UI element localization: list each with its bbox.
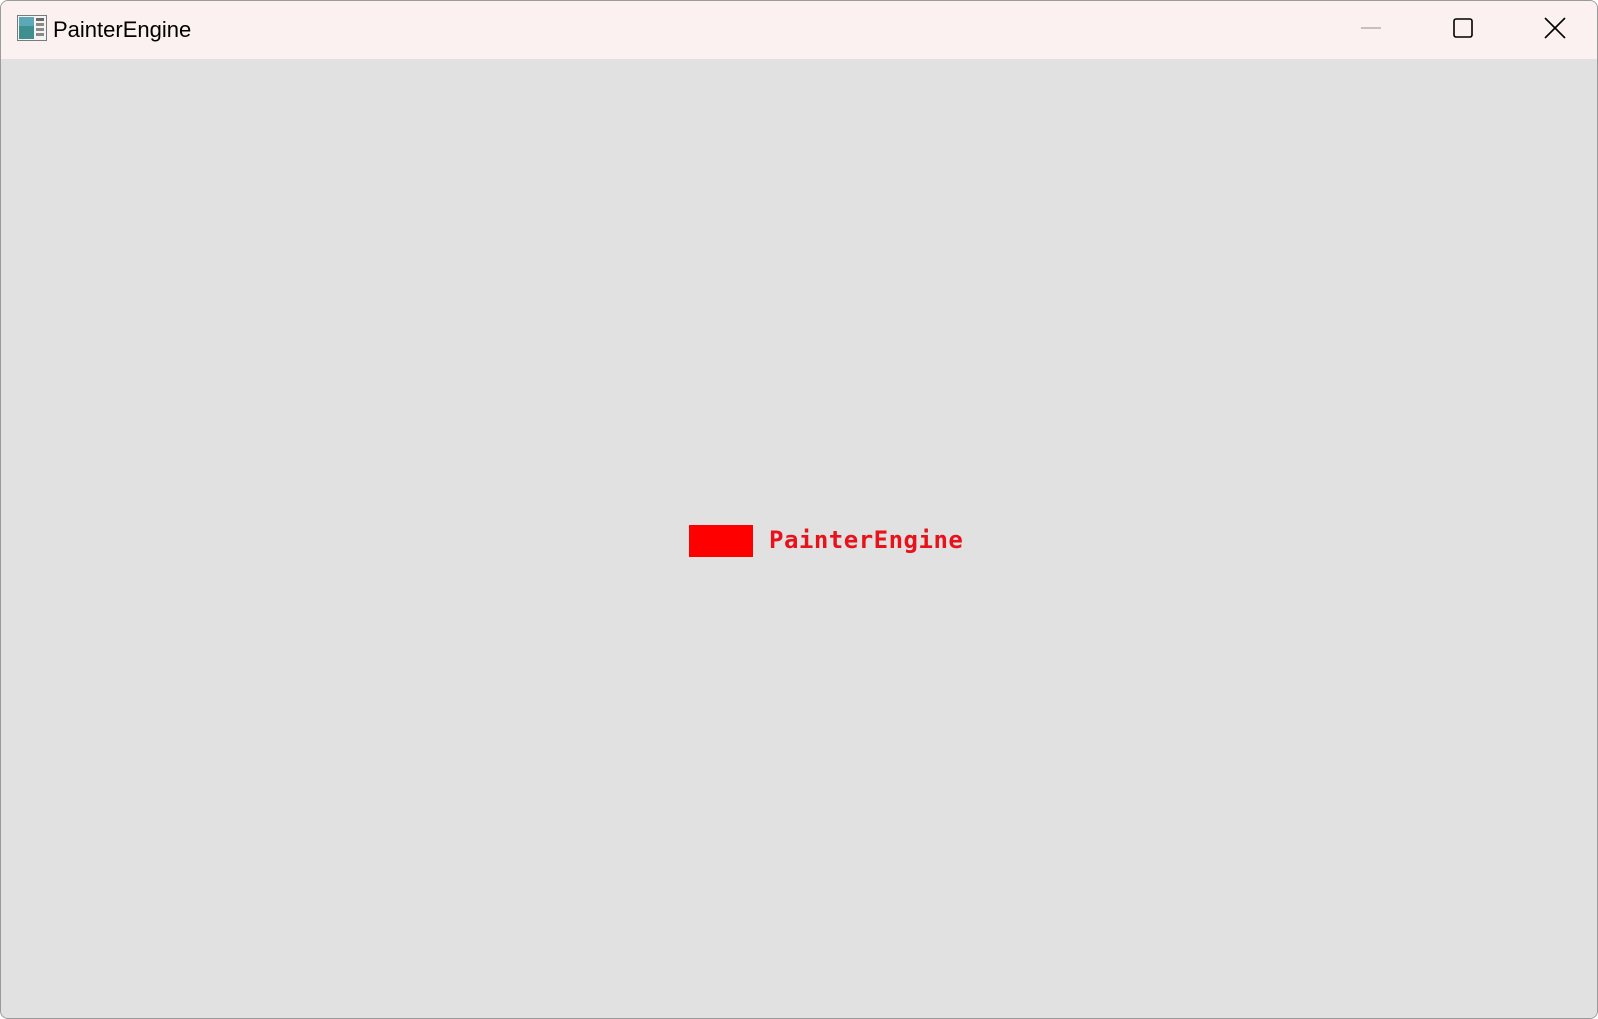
maximize-icon	[1453, 18, 1473, 38]
title-bar[interactable]: PainterEngine	[1, 1, 1597, 59]
close-icon	[1544, 17, 1566, 39]
red-rectangle	[689, 525, 753, 557]
window-title: PainterEngine	[53, 17, 192, 42]
minimize-icon	[1361, 27, 1381, 29]
app-window: PainterEngine PainterEngine	[0, 0, 1598, 1019]
minimize-button[interactable]	[1325, 1, 1417, 55]
drawing-canvas[interactable]: PainterEngine	[1, 59, 1597, 1018]
canvas-label: PainterEngine	[769, 526, 964, 554]
maximize-button[interactable]	[1417, 1, 1509, 55]
close-button[interactable]	[1509, 1, 1597, 55]
app-window-icon	[17, 15, 47, 41]
